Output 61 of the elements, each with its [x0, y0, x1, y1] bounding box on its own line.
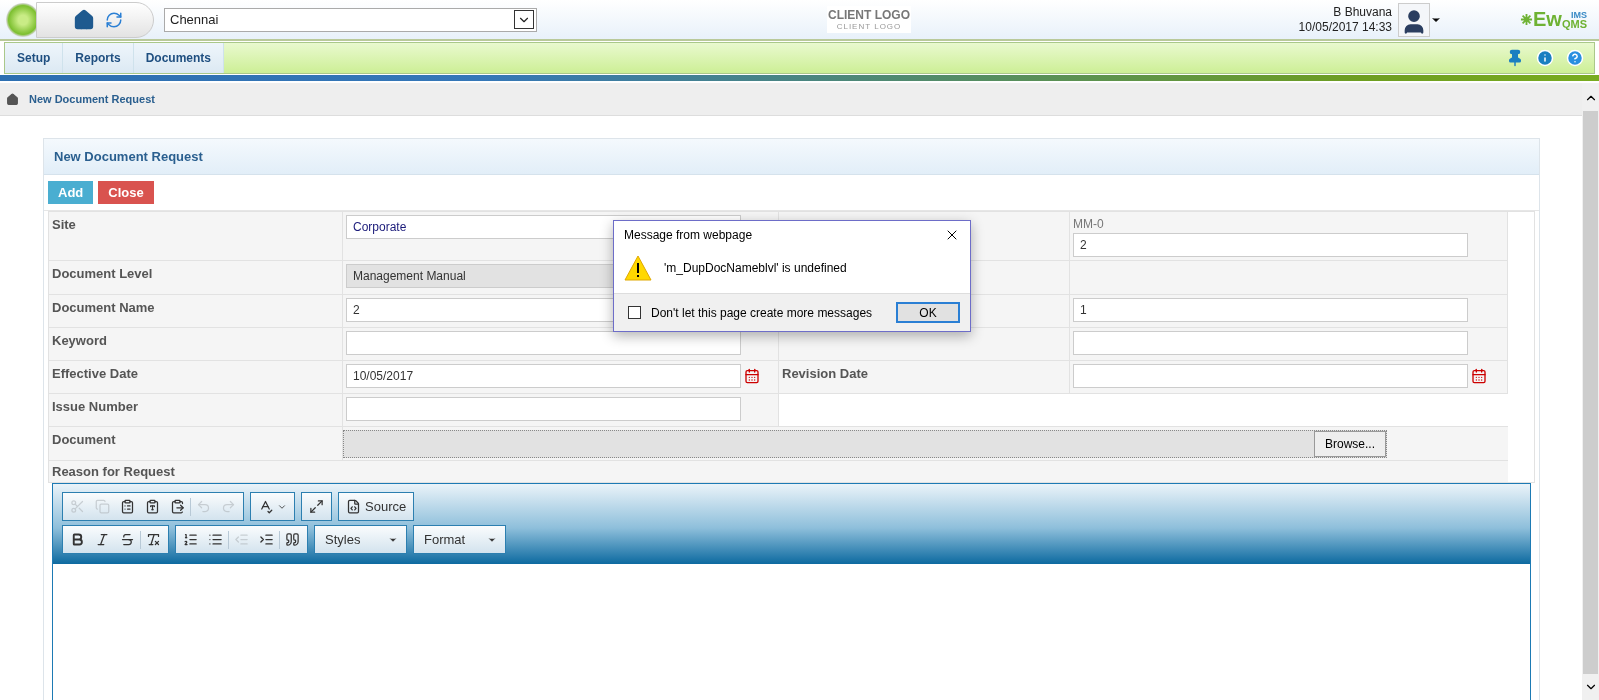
home-icon[interactable]	[73, 8, 95, 31]
help-icon[interactable]	[1566, 49, 1584, 67]
field-label: Keyword	[49, 328, 343, 361]
quote-icon[interactable]	[285, 532, 300, 547]
field-label: Reason for Request	[49, 461, 1508, 482]
input-field[interactable]: 1	[1073, 298, 1468, 322]
nav-tab[interactable]: Reports	[63, 43, 134, 73]
italic-icon[interactable]	[95, 532, 110, 547]
date-time: 10/05/2017 14:33	[1298, 19, 1393, 35]
warning-icon	[624, 255, 652, 281]
calendar-icon[interactable]	[1471, 368, 1487, 384]
input-field[interactable]	[1073, 331, 1468, 355]
checkbox[interactable]	[628, 306, 641, 319]
spellcheck-icon[interactable]	[258, 499, 273, 514]
numbered-list-icon[interactable]	[183, 532, 198, 547]
file-field[interactable]: Browse...	[343, 429, 1387, 458]
user-name: B Bhuvana	[1333, 4, 1393, 20]
client-logo: CLIENT LOGO CLIENT LOGO	[827, 6, 911, 33]
field-label: Issue Number	[49, 394, 343, 427]
breadcrumb-item: New Document Request	[29, 93, 155, 105]
indent-icon[interactable]	[259, 532, 274, 547]
input-field[interactable]	[346, 397, 741, 421]
clear-format-icon[interactable]	[146, 532, 161, 547]
refresh-icon[interactable]	[105, 10, 123, 29]
browse-button[interactable]: Browse...	[1314, 430, 1386, 457]
scrollbar-thumb[interactable]	[1583, 111, 1598, 674]
nav-tab[interactable]: Documents	[133, 43, 225, 73]
field-label: Effective Date	[49, 361, 343, 394]
info-icon[interactable]	[1536, 49, 1554, 67]
avatar[interactable]	[1398, 2, 1431, 37]
field-label: Document	[49, 427, 343, 461]
field-label: Document Name	[49, 295, 343, 328]
field-caption: MM-0	[1073, 216, 1104, 233]
bold-icon[interactable]	[70, 532, 85, 547]
combo-select[interactable]: Styles	[314, 525, 407, 554]
panel-title: New Document Request	[54, 149, 203, 164]
strikethrough-icon[interactable]	[120, 532, 135, 547]
field-label: Revision Date	[779, 361, 1070, 394]
maximize-icon[interactable]	[309, 499, 324, 514]
dropdown-button[interactable]	[514, 10, 534, 29]
source-icon	[346, 499, 361, 514]
field-label: Document Level	[49, 261, 343, 295]
flower-icon	[1520, 13, 1534, 26]
location-select[interactable]: Chennai	[164, 7, 537, 32]
input-field[interactable]	[346, 331, 741, 355]
scrollbar[interactable]	[1582, 83, 1599, 700]
input-field[interactable]: 2	[1073, 233, 1468, 257]
nav-tab[interactable]: Setup	[5, 43, 64, 73]
close-button[interactable]: Close	[98, 181, 154, 204]
paste-word-icon[interactable]	[170, 499, 185, 514]
ok-button[interactable]: OK	[896, 302, 960, 323]
date-field[interactable]	[1073, 364, 1468, 388]
combo-select[interactable]: Format	[413, 525, 506, 554]
paste-text-icon[interactable]	[145, 499, 160, 514]
bullet-list-icon[interactable]	[208, 532, 223, 547]
field-label: Site	[49, 212, 343, 261]
date-field[interactable]: 10/05/2017	[346, 364, 741, 388]
home-icon[interactable]	[6, 92, 19, 106]
paste-icon[interactable]	[120, 499, 135, 514]
calendar-icon[interactable]	[744, 368, 760, 384]
pin-icon[interactable]	[1506, 49, 1524, 67]
